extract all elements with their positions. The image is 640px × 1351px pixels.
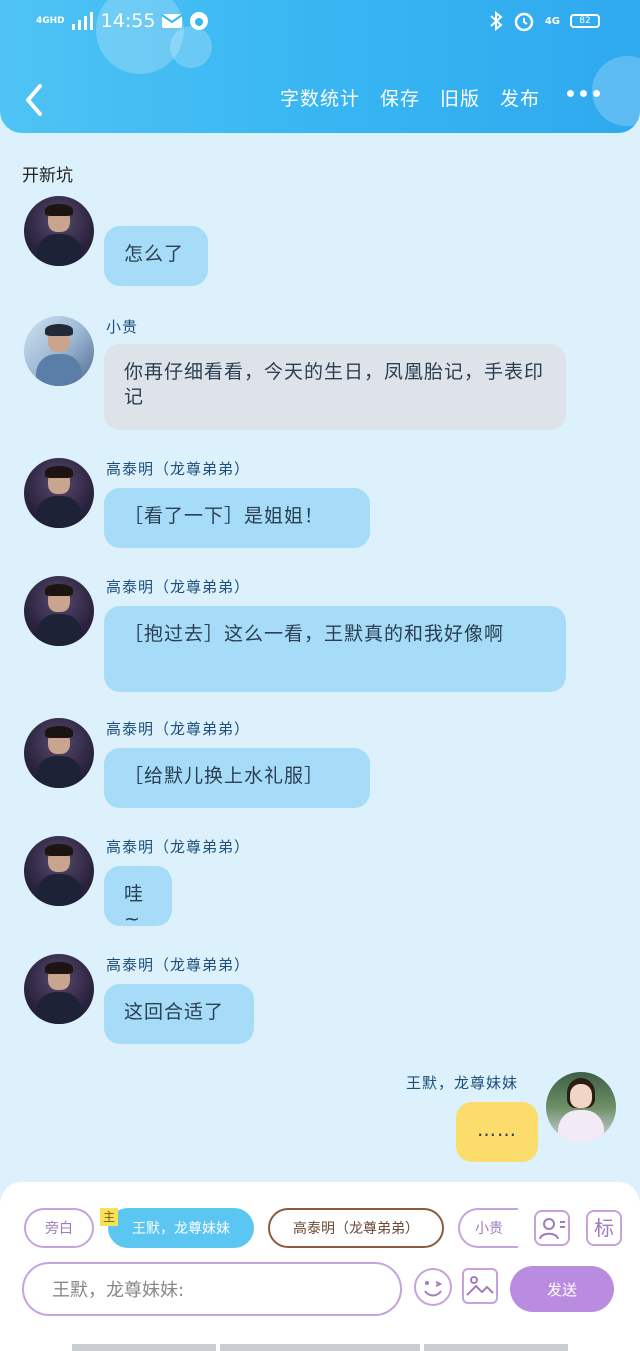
contact-icon[interactable] [534, 1210, 570, 1246]
sender-name: 小贵 [106, 318, 139, 336]
chat-message: 高泰明（龙尊弟弟） ［抱过去］这么一看，王默真的和我好像啊 [0, 574, 640, 692]
role-chip-narration[interactable]: 旁白 [24, 1208, 94, 1248]
back-button[interactable] [20, 80, 50, 120]
tag-label: 标 [594, 1216, 614, 1240]
main-role-badge: 主 [100, 1208, 118, 1226]
avatar[interactable] [24, 718, 94, 788]
message-bubble: …… [456, 1102, 538, 1162]
alarm-icon [514, 12, 534, 32]
app-notify-icon [190, 12, 209, 30]
word-count-button[interactable]: 字数统计 [280, 84, 360, 111]
avatar[interactable] [24, 196, 94, 266]
nav-bar: 字数统计 保存 旧版 发布 [0, 78, 640, 122]
chat-message: 小贵 你再仔细看看，今天的生日，凤凰胎记，手表印记 [0, 312, 640, 432]
message-bubble: 这回合适了 [104, 984, 254, 1044]
message-bubble: ［抱过去］这么一看，王默真的和我好像啊 [104, 606, 566, 692]
avatar[interactable] [546, 1072, 616, 1142]
more-menu-icon[interactable] [567, 90, 600, 97]
top-header: 4GHD 14:55 4G 82 字数统计 保存 旧版 发布 [0, 0, 640, 133]
chat-message-self: 王默，龙尊妹妹 …… [0, 1070, 640, 1170]
message-bubble: 你再仔细看看，今天的生日，凤凰胎记，手表印记 [104, 344, 566, 430]
message-bubble: ［看了一下］是姐姐！ [104, 488, 370, 548]
gesture-bar [220, 1344, 420, 1351]
network-type: 4G [544, 15, 560, 27]
chat-message: 怎么了 [0, 196, 640, 296]
battery-icon: 82 [570, 14, 600, 28]
role-chip-gao[interactable]: 高泰明（龙尊弟弟） [268, 1208, 444, 1248]
sender-name: 高泰明（龙尊弟弟） [106, 460, 251, 478]
chat-title: 开新坑 [22, 166, 73, 186]
publish-button[interactable]: 发布 [500, 84, 540, 111]
chat-message: 高泰明（龙尊弟弟） ［给默儿换上水礼服］ [0, 716, 640, 812]
tag-button[interactable]: 标 [586, 1210, 622, 1246]
image-icon[interactable] [462, 1268, 498, 1304]
avatar[interactable] [24, 836, 94, 906]
gesture-bar [424, 1344, 568, 1351]
sender-name: 高泰明（龙尊弟弟） [106, 956, 251, 974]
message-bubble: ［给默儿换上水礼服］ [104, 748, 370, 808]
chat-title-bar: 开新坑 [0, 133, 640, 203]
chat-message: 高泰明（龙尊弟弟） 哇~ [0, 834, 640, 930]
gesture-bar [72, 1344, 216, 1351]
chat-message: 高泰明（龙尊弟弟） ［看了一下］是姐姐！ [0, 456, 640, 552]
avatar[interactable] [24, 458, 94, 528]
avatar[interactable] [24, 576, 94, 646]
chat-message: 高泰明（龙尊弟弟） 这回合适了 [0, 952, 640, 1048]
role-chip-selected[interactable]: 王默，龙尊妹妹 [108, 1208, 254, 1248]
clock: 14:55 [100, 10, 156, 32]
bluetooth-icon [490, 11, 503, 31]
sender-name: 高泰明（龙尊弟弟） [106, 838, 251, 856]
avatar[interactable] [24, 316, 94, 386]
status-bar: 4GHD 14:55 4G 82 [0, 6, 640, 42]
role-chip-xiaogui[interactable]: 小贵 [458, 1208, 518, 1248]
message-bubble: 怎么了 [104, 226, 208, 286]
network-label: 4GHD [36, 15, 65, 26]
sender-name: 高泰明（龙尊弟弟） [106, 720, 251, 738]
old-version-button[interactable]: 旧版 [440, 84, 480, 111]
save-button[interactable]: 保存 [380, 84, 420, 111]
sender-name: 王默，龙尊妹妹 [406, 1074, 519, 1092]
sender-name: 高泰明（龙尊弟弟） [106, 578, 251, 596]
person-icon [539, 1218, 565, 1240]
message-input[interactable] [22, 1262, 402, 1316]
message-bubble: 哇~ [104, 866, 172, 930]
mail-icon [161, 14, 183, 28]
avatar[interactable] [24, 954, 94, 1024]
signal-icon [71, 12, 93, 30]
send-button[interactable]: 发送 [510, 1266, 614, 1312]
composer-panel: 旁白 王默，龙尊妹妹 主 高泰明（龙尊弟弟） 小贵 标 发送 [0, 1182, 640, 1351]
emoji-icon[interactable] [414, 1268, 452, 1306]
